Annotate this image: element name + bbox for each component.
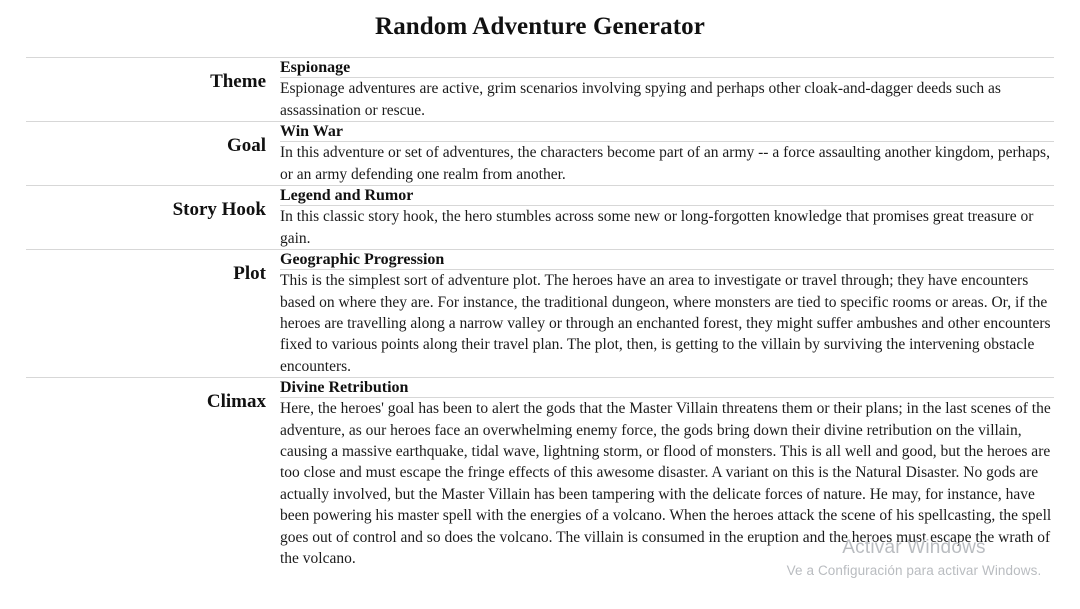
table-row: Theme Espionage Espionage adventures are…	[26, 57, 1054, 122]
entry-label-plot: Plot	[26, 249, 280, 378]
entry-name-theme: Espionage	[280, 59, 351, 77]
adventure-results-table: Theme Espionage Espionage adventures are…	[26, 57, 1054, 570]
entry-detail-table: Legend and Rumor In this classic story h…	[280, 186, 1054, 250]
entry-content-story-hook: Legend and Rumor In this classic story h…	[280, 185, 1054, 250]
page-title: Random Adventure Generator	[375, 13, 705, 40]
entry-content-goal: Win War In this adventure or set of adve…	[280, 121, 1054, 186]
entry-name-plot: Geographic Progression	[280, 251, 445, 269]
entry-name-story-hook: Legend and Rumor	[280, 187, 414, 205]
entry-description-plot: This is the simplest sort of adventure p…	[280, 269, 1054, 378]
entry-detail-table: Divine Retribution Here, the heroes' goa…	[280, 378, 1054, 570]
entry-content-climax: Divine Retribution Here, the heroes' goa…	[280, 377, 1054, 570]
entry-content-plot: Geographic Progression This is the simpl…	[280, 249, 1054, 378]
entry-name-goal: Win War	[280, 123, 343, 141]
entry-detail-table: Win War In this adventure or set of adve…	[280, 122, 1054, 186]
entry-label-climax: Climax	[26, 377, 280, 570]
entry-label-goal: Goal	[26, 121, 280, 186]
table-row: Story Hook Legend and Rumor In this clas…	[26, 185, 1054, 250]
entry-description-story-hook: In this classic story hook, the hero stu…	[280, 205, 1054, 250]
entry-description-goal: In this adventure or set of adventures, …	[280, 141, 1054, 186]
entry-label-theme: Theme	[26, 57, 280, 122]
table-row: Plot Geographic Progression This is the …	[26, 249, 1054, 378]
entry-label-story-hook: Story Hook	[26, 185, 280, 250]
entry-content-theme: Espionage Espionage adventures are activ…	[280, 57, 1054, 122]
table-row: Climax Divine Retribution Here, the hero…	[26, 377, 1054, 570]
entry-detail-table: Espionage Espionage adventures are activ…	[280, 58, 1054, 122]
table-row: Goal Win War In this adventure or set of…	[26, 121, 1054, 186]
entry-name-climax: Divine Retribution	[280, 379, 409, 397]
entry-description-climax: Here, the heroes' goal has been to alert…	[280, 397, 1054, 570]
entry-detail-table: Geographic Progression This is the simpl…	[280, 250, 1054, 378]
entry-description-theme: Espionage adventures are active, grim sc…	[280, 77, 1054, 122]
adventure-results-body: Theme Espionage Espionage adventures are…	[26, 57, 1054, 570]
